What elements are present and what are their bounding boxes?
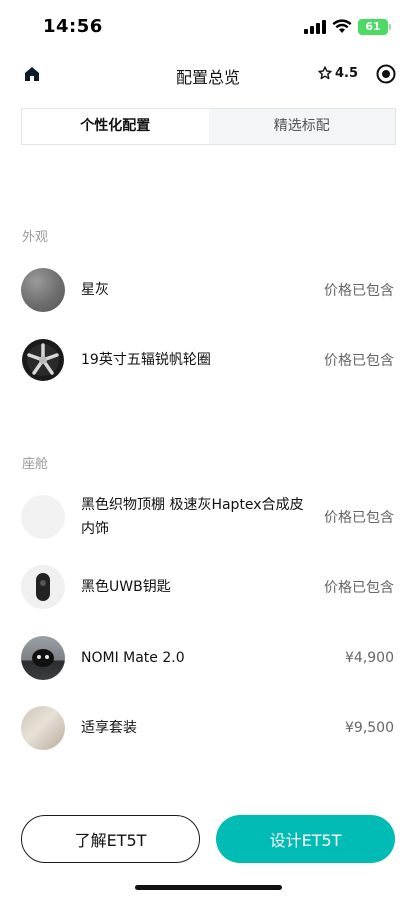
list-item[interactable]: 黑色UWB钥匙 价格已包含 <box>0 557 416 617</box>
cellular-signal-icon <box>304 20 326 34</box>
nav-bar: 配置总览 4.5 <box>0 52 416 96</box>
battery-level: 61 <box>365 20 381 33</box>
learn-button[interactable]: 了解ET5T <box>21 815 200 863</box>
design-button[interactable]: 设计ET5T <box>216 815 395 863</box>
tab-featured[interactable]: 精选标配 <box>209 109 396 144</box>
rating-value: 4.5 <box>335 65 359 81</box>
rating-badge[interactable]: 4.5 <box>318 62 358 84</box>
list-item[interactable]: NOMI Mate 2.0 ¥4,900 <box>0 628 416 688</box>
item-name: 黑色织物顶棚 极速灰Haptex合成皮内饰 <box>81 497 304 537</box>
interior-swatch <box>21 495 65 539</box>
config-tabs: 个性化配置 精选标配 <box>21 108 396 145</box>
battery-icon: 61 <box>358 19 391 35</box>
item-price: 价格已包含 <box>324 353 394 369</box>
list-item[interactable]: 19英寸五辐锐帆轮圈 价格已包含 <box>0 330 416 390</box>
list-item[interactable]: 黑色织物顶棚 极速灰Haptex合成皮内饰 价格已包含 <box>0 487 416 547</box>
section-title-cabin: 座舱 <box>22 457 49 472</box>
item-name: NOMI Mate 2.0 <box>81 650 185 666</box>
list-item[interactable]: 星灰 价格已包含 <box>0 260 416 320</box>
status-time: 14:56 <box>43 16 103 37</box>
item-name: 星灰 <box>81 282 109 298</box>
target-icon[interactable] <box>376 64 396 84</box>
item-price: 价格已包含 <box>324 510 394 526</box>
list-item[interactable]: 适享套装 ¥9,500 <box>0 698 416 758</box>
item-price: 价格已包含 <box>324 580 394 596</box>
key-image <box>21 565 65 609</box>
nomi-image <box>21 636 65 680</box>
gray-paint-swatch <box>21 268 65 312</box>
item-name: 适享套装 <box>81 720 137 736</box>
star-icon <box>318 66 332 80</box>
section-title-exterior: 外观 <box>22 230 49 245</box>
item-price: 价格已包含 <box>324 283 394 299</box>
item-price: ¥9,500 <box>345 720 394 736</box>
item-name: 19英寸五辐锐帆轮圈 <box>81 352 211 368</box>
item-name: 黑色UWB钥匙 <box>81 579 171 595</box>
wheel-image <box>21 338 65 382</box>
item-price: ¥4,900 <box>345 650 394 666</box>
status-bar: 14:56 61 <box>0 0 416 50</box>
home-indicator <box>135 885 282 890</box>
tab-personalized[interactable]: 个性化配置 <box>22 109 209 144</box>
package-image <box>21 706 65 750</box>
wifi-icon <box>332 19 352 33</box>
